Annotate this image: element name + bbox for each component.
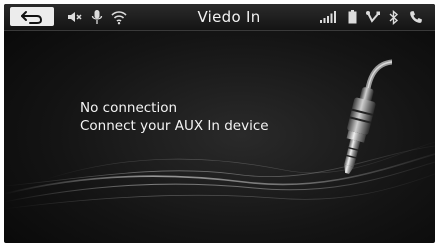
status-message: No connection Connect your AUX In device: [80, 99, 269, 135]
screen-title: Viedo In: [197, 8, 261, 26]
aux-plug-icon: [344, 59, 392, 174]
back-button[interactable]: [10, 7, 54, 26]
connect-aux-text: Connect your AUX In device: [80, 118, 269, 134]
battery-icon: [346, 8, 358, 26]
usb-icon: [364, 8, 382, 26]
status-bar: Viedo In: [4, 4, 435, 31]
device-frame: Viedo In No connection Connect your AUX …: [0, 0, 439, 247]
mute-icon: [66, 8, 84, 26]
phone-icon: [408, 8, 424, 26]
microphone-icon: [90, 8, 104, 26]
signal-bars-icon: [319, 8, 337, 26]
wifi-icon: [110, 8, 128, 26]
bluetooth-icon: [388, 8, 400, 26]
back-arrow-icon: [21, 10, 43, 24]
screen: Viedo In No connection Connect your AUX …: [4, 4, 435, 243]
no-connection-text: No connection: [80, 100, 178, 116]
